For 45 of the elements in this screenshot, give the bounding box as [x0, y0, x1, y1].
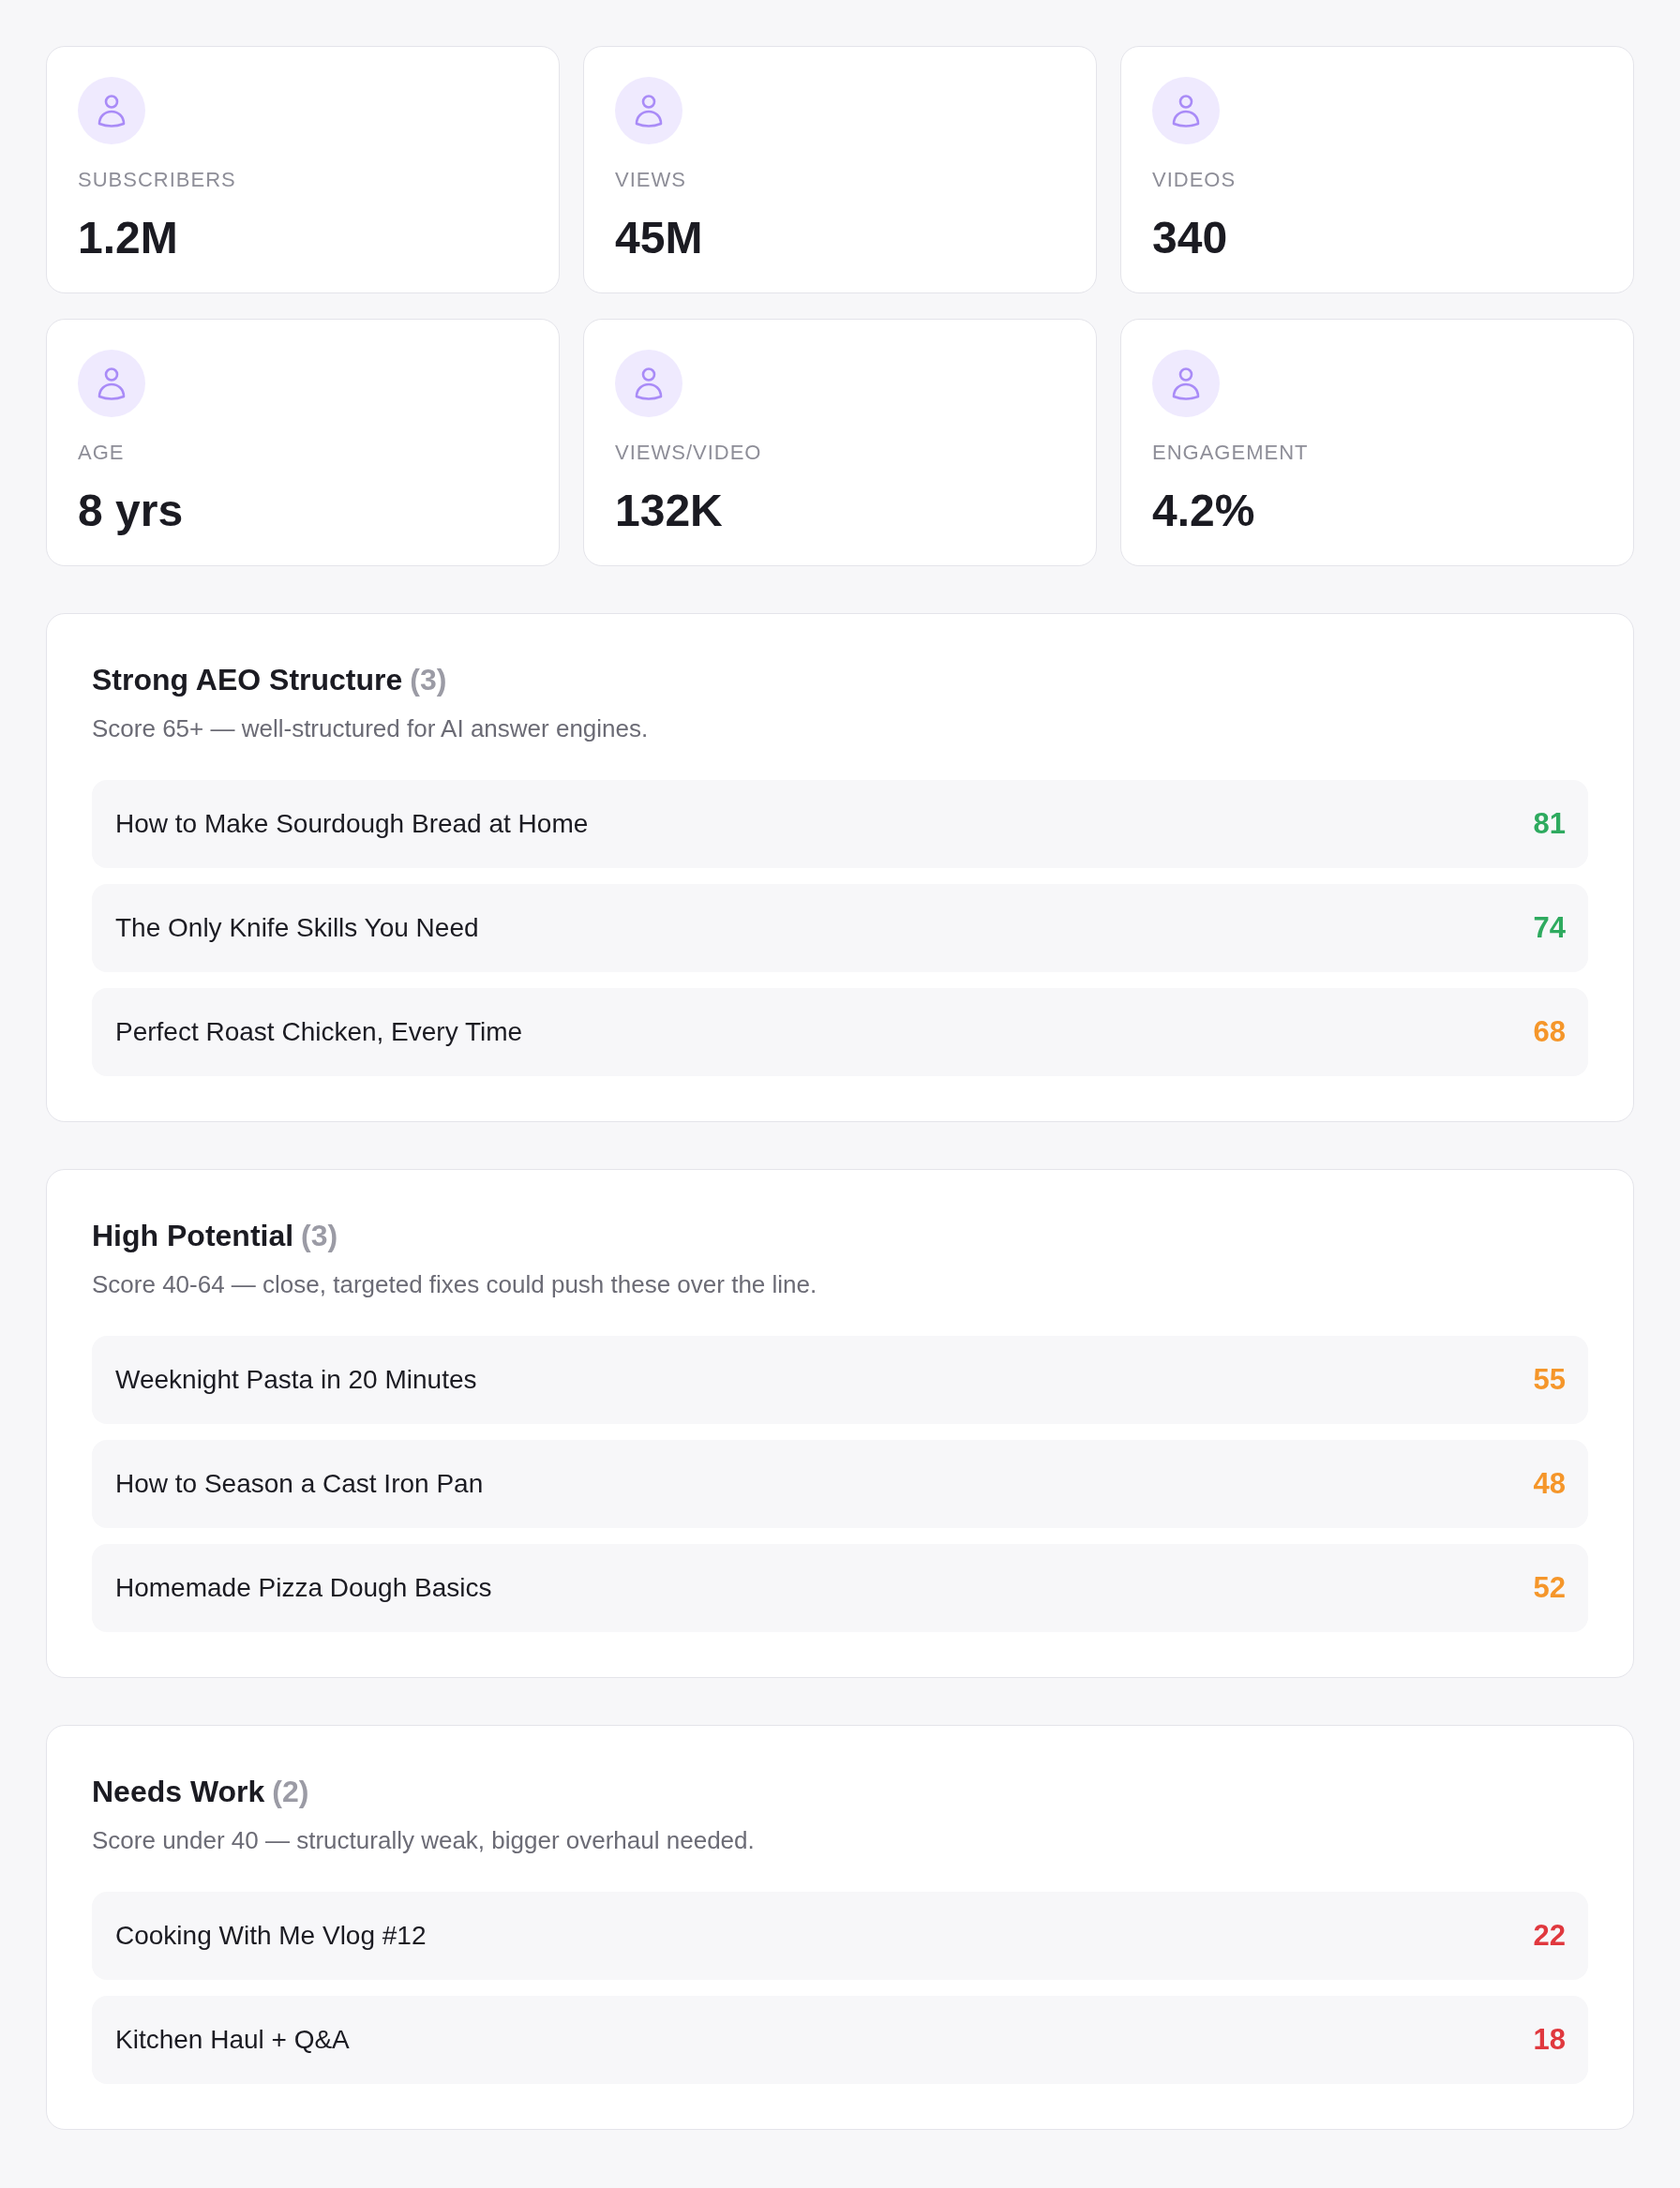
stat-value: 132K — [615, 485, 723, 537]
stat-label: VIEWS — [615, 167, 686, 193]
stat-label: AGE — [78, 440, 125, 466]
stat-value: 340 — [1152, 212, 1228, 264]
video-score: 18 — [1533, 2023, 1566, 2057]
stat-label: VIEWS/VIDEO — [615, 440, 762, 466]
section-description: Score 40-64 — close, targeted fixes could push these over the line. — [92, 1269, 818, 1300]
video-title: How to Season a Cast Iron Pan — [115, 1468, 484, 1500]
video-row[interactable]: Perfect Roast Chicken, Every Time 68 — [92, 988, 1588, 1076]
section-description: Score under 40 — structurally weak, bigger overhaul needed. — [92, 1825, 756, 1856]
video-title: Homemade Pizza Dough Basics — [115, 1572, 492, 1604]
video-score: 52 — [1533, 1571, 1566, 1605]
stat-label: VIDEOS — [1152, 167, 1237, 193]
section-title: Strong AEO Structure — [92, 663, 403, 697]
video-title: How to Make Sourdough Bread at Home — [115, 808, 589, 840]
video-title: Weeknight Pasta in 20 Minutes — [115, 1364, 477, 1396]
section-count: (3) — [410, 663, 447, 697]
section-title: Needs Work — [92, 1775, 265, 1808]
stat-label: ENGAGEMENT — [1152, 440, 1309, 466]
stat-value: 45M — [615, 212, 703, 264]
video-row[interactable]: Cooking With Me Vlog #12 22 — [92, 1892, 1588, 1980]
section-title: High Potential — [92, 1219, 294, 1252]
video-row[interactable]: Homemade Pizza Dough Basics 52 — [92, 1544, 1588, 1632]
video-row[interactable]: How to Make Sourdough Bread at Home 81 — [92, 780, 1588, 868]
stat-value: 1.2M — [78, 212, 178, 264]
video-score: 74 — [1533, 911, 1566, 945]
video-score: 48 — [1533, 1467, 1566, 1501]
video-row[interactable]: The Only Knife Skills You Need 74 — [92, 884, 1588, 972]
video-row[interactable]: Weeknight Pasta in 20 Minutes 55 — [92, 1336, 1588, 1424]
stat-label: SUBSCRIBERS — [78, 167, 236, 193]
video-score: 22 — [1533, 1919, 1566, 1953]
section-count: (3) — [301, 1219, 338, 1252]
stat-value: 4.2% — [1152, 485, 1255, 537]
video-score: 55 — [1533, 1363, 1566, 1397]
video-title: Kitchen Haul + Q&A — [115, 2024, 350, 2056]
video-title: Perfect Roast Chicken, Every Time — [115, 1016, 523, 1048]
video-title: The Only Knife Skills You Need — [115, 912, 479, 944]
video-score: 81 — [1533, 807, 1566, 841]
video-row[interactable]: Kitchen Haul + Q&A 18 — [92, 1996, 1588, 2084]
stat-value: 8 yrs — [78, 485, 184, 537]
video-score: 68 — [1533, 1015, 1566, 1049]
section-count: (2) — [272, 1775, 309, 1808]
video-title: Cooking With Me Vlog #12 — [115, 1920, 427, 1952]
video-row[interactable]: How to Season a Cast Iron Pan 48 — [92, 1440, 1588, 1528]
section-description: Score 65+ — well-structured for AI answer engines. — [92, 713, 650, 744]
